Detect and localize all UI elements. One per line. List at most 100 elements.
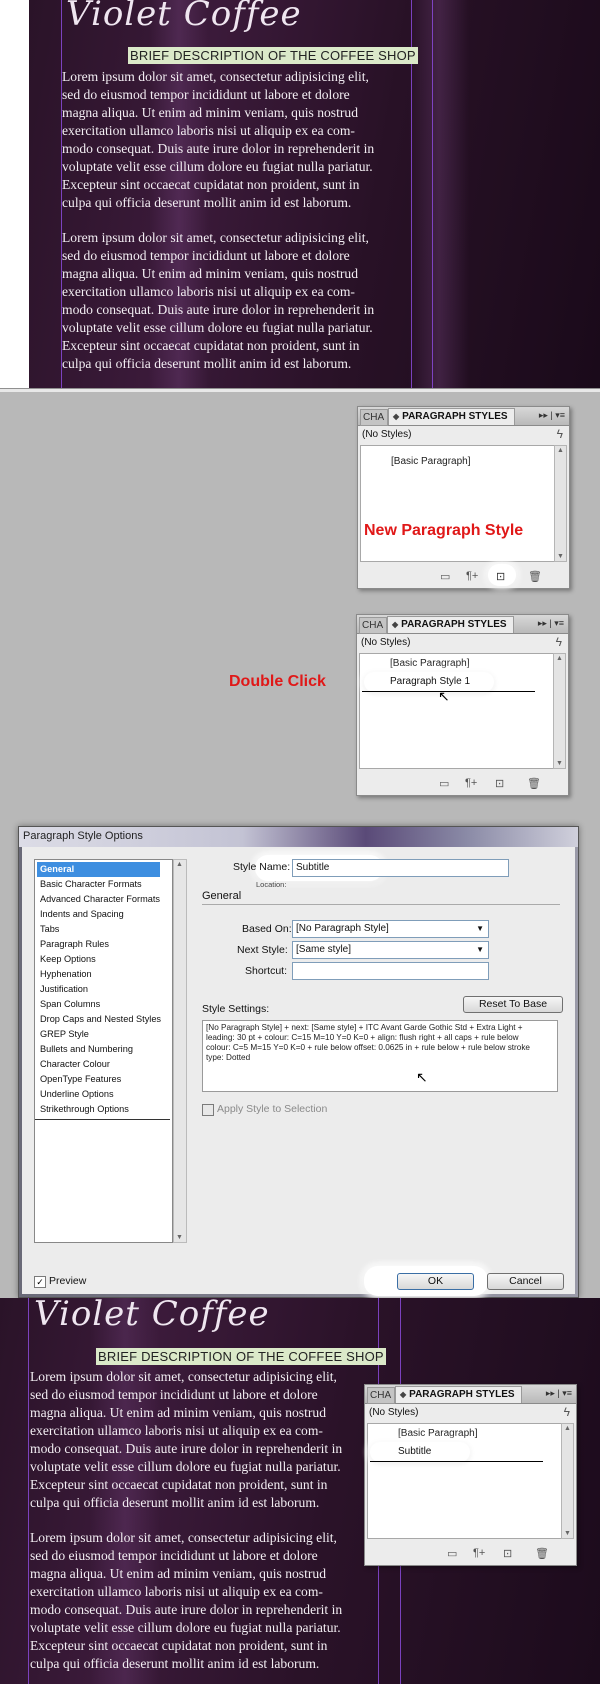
- location-label: Location:: [256, 880, 287, 889]
- folder-icon[interactable]: ▭: [447, 1547, 457, 1560]
- category-item[interactable]: Indents and Spacing: [37, 907, 160, 922]
- brief-description-text[interactable]: BRIEF DESCRIPTION OF THE COFFEE SHOP: [96, 1348, 386, 1365]
- quick-apply-icon[interactable]: ϟ: [557, 427, 563, 441]
- based-on-select[interactable]: [No Paragraph Style] ▼: [292, 920, 489, 938]
- category-item[interactable]: Bullets and Numbering: [37, 1042, 160, 1057]
- background-stripe: [409, 0, 469, 388]
- category-item[interactable]: Drop Caps and Nested Styles: [37, 1012, 161, 1027]
- category-item[interactable]: Justification: [37, 982, 160, 997]
- quick-apply-icon[interactable]: ϟ: [564, 1405, 570, 1419]
- category-item[interactable]: OpenType Features: [37, 1072, 160, 1087]
- logo-text: Violet Coffee: [34, 1298, 270, 1334]
- section-divider: [202, 904, 560, 905]
- tab-character[interactable]: CHA: [360, 409, 388, 426]
- tab-paragraph-styles[interactable]: ◆ PARAGRAPH STYLES: [387, 616, 514, 633]
- dialog-body: General Basic Character Formats Advanced…: [22, 847, 575, 1296]
- styles-list: [Basic Paragraph] Paragraph Style 1 ↖: [359, 653, 554, 769]
- styles-list: [Basic Paragraph] Subtitle: [367, 1423, 562, 1539]
- folder-icon[interactable]: ▭: [439, 777, 449, 790]
- preview-checkbox[interactable]: ✓: [34, 1276, 46, 1288]
- list-item-basic-paragraph[interactable]: [Basic Paragraph]: [398, 1428, 478, 1439]
- shortcut-label: Shortcut:: [245, 965, 288, 977]
- next-style-select[interactable]: [Same style] ▼: [292, 941, 489, 959]
- style-settings-label: Style Settings:: [202, 1003, 270, 1015]
- new-paragraph-style-annotation: New Paragraph Style: [364, 522, 524, 539]
- new-style-icon[interactable]: ⊡: [496, 570, 505, 583]
- paragraph-styles-panel-3: CHA ◆ PARAGRAPH STYLES ▸▸ | ▾≡ (No Styles…: [364, 1384, 577, 1566]
- dialog-title: Paragraph Style Options: [23, 830, 143, 842]
- body-paragraph-1[interactable]: Lorem ipsum dolor sit amet, consectetur …: [62, 68, 374, 212]
- list-end-divider: [35, 1119, 170, 1120]
- brief-description-text[interactable]: BRIEF DESCRIPTION OF THE COFFEE SHOP: [128, 47, 418, 64]
- no-styles-label: (No Styles): [362, 429, 412, 440]
- style-settings-text: [No Paragraph Style] + next: [Same style…: [202, 1020, 558, 1092]
- clear-overrides-icon[interactable]: ¶+: [465, 777, 477, 789]
- list-item-basic-paragraph[interactable]: [Basic Paragraph]: [390, 658, 470, 669]
- list-scrollbar[interactable]: ▲ ▼: [554, 445, 567, 562]
- based-on-label: Based On:: [242, 923, 292, 935]
- list-scrollbar[interactable]: ▲ ▼: [553, 653, 566, 769]
- category-item[interactable]: Character Colour: [37, 1057, 160, 1072]
- tab-character[interactable]: CHA: [359, 617, 387, 634]
- ok-button[interactable]: OK: [397, 1273, 474, 1290]
- list-scrollbar[interactable]: ▲ ▼: [561, 1423, 574, 1539]
- cancel-button[interactable]: Cancel: [487, 1273, 564, 1290]
- insertion-line: [370, 1461, 543, 1462]
- panel-header: CHA ◆ PARAGRAPH STYLES ▸▸ | ▾≡: [358, 407, 569, 426]
- body-paragraph-2[interactable]: Lorem ipsum dolor sit amet, consectetur …: [30, 1529, 342, 1673]
- trash-icon[interactable]: 🗑: [528, 570, 542, 583]
- category-item[interactable]: Hyphenation: [37, 967, 160, 982]
- list-item-paragraph-style-1[interactable]: Paragraph Style 1: [390, 676, 470, 687]
- next-style-label: Next Style:: [237, 944, 288, 956]
- dialog-titlebar[interactable]: Paragraph Style Options: [19, 827, 578, 847]
- reset-to-base-button[interactable]: Reset To Base: [463, 996, 563, 1013]
- new-style-icon[interactable]: ⊡: [503, 1547, 512, 1560]
- panel-header: CHA ◆ PARAGRAPH STYLES ▸▸ | ▾≡: [365, 1385, 576, 1404]
- panel-footer: ▭ ¶+ ⊡ 🗑: [365, 1541, 576, 1565]
- no-styles-label: (No Styles): [369, 1407, 419, 1418]
- document-view-bottom: Violet Coffee BRIEF DESCRIPTION OF THE C…: [0, 1298, 600, 1684]
- category-item[interactable]: Strikethrough Options: [37, 1102, 160, 1117]
- category-item[interactable]: Paragraph Rules: [37, 937, 160, 952]
- style-name-label: Style Name:: [233, 861, 291, 873]
- document-view-top: Violet Coffee BRIEF DESCRIPTION OF THE C…: [0, 0, 600, 388]
- tab-paragraph-styles[interactable]: ◆ PARAGRAPH STYLES: [395, 1386, 522, 1403]
- clear-overrides-icon[interactable]: ¶+: [466, 570, 478, 582]
- category-item[interactable]: Basic Character Formats: [37, 877, 160, 892]
- tab-paragraph-styles[interactable]: ◆ PARAGRAPH STYLES: [388, 408, 515, 425]
- margin-guide: [432, 0, 433, 388]
- new-style-icon[interactable]: ⊡: [495, 777, 504, 790]
- clear-overrides-icon[interactable]: ¶+: [473, 1547, 485, 1559]
- cursor-icon: ↖: [416, 1069, 428, 1085]
- chevron-down-icon: ▼: [476, 924, 484, 933]
- quick-apply-icon[interactable]: ϟ: [556, 635, 562, 649]
- body-paragraph-2[interactable]: Lorem ipsum dolor sit amet, consectetur …: [62, 229, 374, 373]
- trash-icon[interactable]: 🗑: [527, 777, 541, 790]
- panel-menu-icon[interactable]: ▸▸ | ▾≡: [546, 1388, 572, 1399]
- panel-footer: ▭ ¶+ ⊡ 🗑: [357, 771, 568, 795]
- style-name-input[interactable]: Subtitle: [292, 859, 509, 877]
- category-item[interactable]: GREP Style: [37, 1027, 160, 1042]
- panel-menu-icon[interactable]: ▸▸ | ▾≡: [539, 410, 565, 421]
- category-item[interactable]: Tabs: [37, 922, 160, 937]
- chevron-down-icon: ▼: [476, 945, 484, 954]
- list-item-subtitle[interactable]: Subtitle: [398, 1446, 431, 1457]
- cursor-icon: ↖: [438, 688, 450, 704]
- trash-icon[interactable]: 🗑: [535, 1547, 549, 1560]
- tab-character[interactable]: CHA: [367, 1387, 395, 1404]
- preview-label: Preview: [49, 1275, 87, 1287]
- category-item[interactable]: Advanced Character Formats: [37, 892, 160, 907]
- category-item[interactable]: Keep Options: [37, 952, 160, 967]
- apply-style-label: Apply Style to Selection: [217, 1103, 328, 1115]
- shortcut-input[interactable]: [292, 962, 489, 980]
- category-scrollbar[interactable]: ▲ ▼: [173, 859, 187, 1243]
- body-paragraph-1[interactable]: Lorem ipsum dolor sit amet, consectetur …: [30, 1368, 342, 1512]
- category-item[interactable]: General: [37, 862, 160, 877]
- apply-style-checkbox[interactable]: [202, 1104, 214, 1116]
- panel-menu-icon[interactable]: ▸▸ | ▾≡: [538, 618, 564, 629]
- styles-list: [Basic Paragraph]: [360, 445, 555, 562]
- folder-icon[interactable]: ▭: [440, 570, 450, 583]
- list-item-basic-paragraph[interactable]: [Basic Paragraph]: [391, 456, 471, 467]
- category-item[interactable]: Span Columns: [37, 997, 160, 1012]
- category-item[interactable]: Underline Options: [37, 1087, 160, 1102]
